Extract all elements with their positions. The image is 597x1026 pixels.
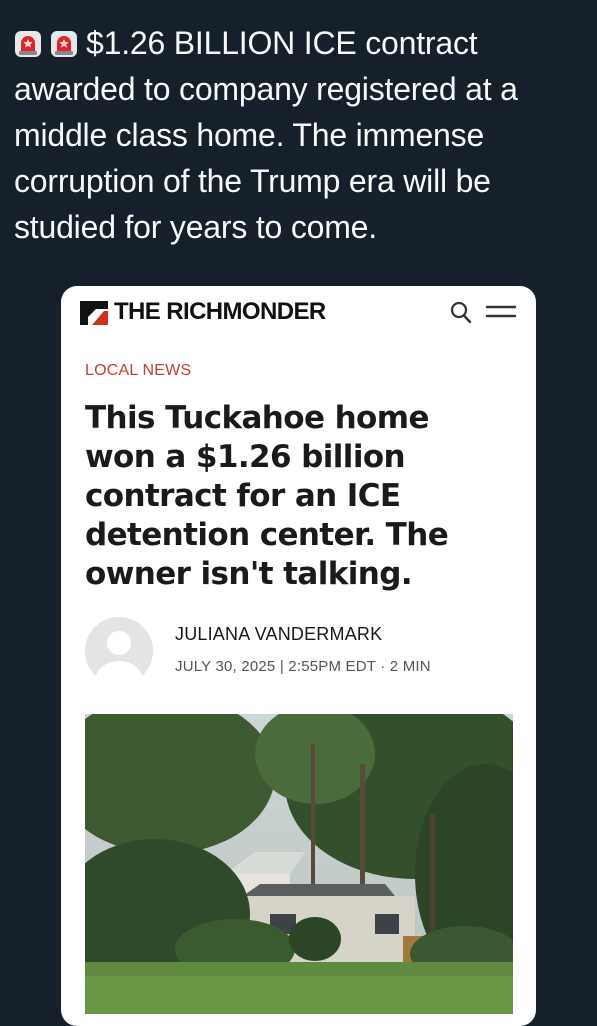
- masthead: THE RICHMONDER: [61, 286, 536, 342]
- avatar-placeholder-icon: [85, 617, 153, 685]
- tweet-text: $1.26 BILLION ICE contract awarded to co…: [14, 25, 518, 245]
- richmonder-logo-icon: [80, 301, 108, 325]
- article-photo: [85, 714, 513, 1014]
- article-meta: JULY 30, 2025 | 2:55PM EDT · 2 MIN: [175, 658, 431, 675]
- author-name[interactable]: JULIANA VANDERMARK: [175, 624, 382, 645]
- police-car-light-icon: [14, 30, 42, 58]
- publication-name: THE RICHMONDER: [114, 298, 326, 325]
- article-card[interactable]: THE RICHMONDER LOCAL NEWS This Tuckahoe …: [61, 286, 536, 1026]
- section-kicker[interactable]: LOCAL NEWS: [85, 362, 191, 380]
- article-headline[interactable]: This Tuckahoe home won a $1.26 billion c…: [85, 399, 505, 594]
- police-car-light-icon: [50, 30, 78, 58]
- tweet-text-block: $1.26 BILLION ICE contract awarded to co…: [14, 20, 589, 250]
- menu-icon[interactable]: [485, 302, 517, 322]
- search-icon[interactable]: [449, 300, 473, 326]
